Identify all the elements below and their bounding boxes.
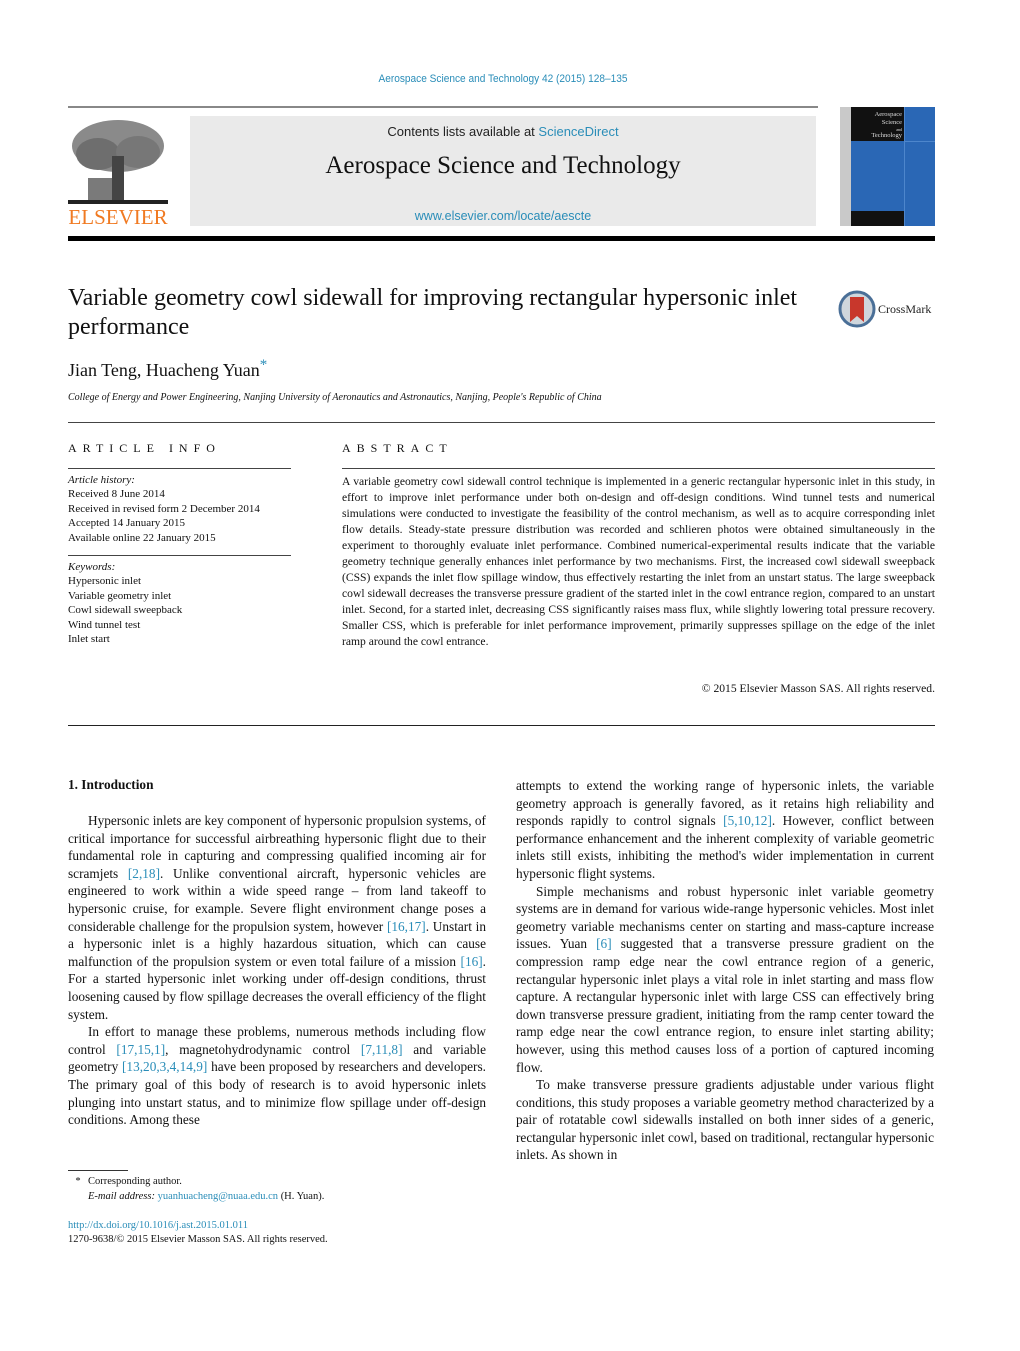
contents-prefix: Contents lists available at: [387, 124, 539, 139]
keyword-item: Wind tunnel test: [68, 618, 141, 631]
crossmark-icon: [838, 290, 876, 328]
front-matter-end-rule: [68, 725, 935, 726]
article-info-rule: [68, 468, 291, 469]
footnote-rule: [68, 1170, 128, 1171]
paper-title: Variable geometry cowl sidewall for impr…: [68, 285, 798, 340]
journal-citation-link[interactable]: Aerospace Science and Technology 42 (201…: [40, 73, 966, 85]
citation-link[interactable]: [16,17]: [387, 919, 426, 934]
paragraph-text: suggested that a transverse pressure gra…: [516, 936, 934, 1075]
footnote-email: E-mail address: yuanhuacheng@nuaa.edu.cn…: [88, 1190, 324, 1204]
body-paragraph: In effort to manage these problems, nume…: [68, 1023, 486, 1129]
issn-copyright: 1270-9638/© 2015 Elsevier Masson SAS. Al…: [68, 1234, 328, 1245]
contents-line: Contents lists available at ScienceDirec…: [190, 124, 816, 139]
header-thick-rule: [68, 236, 935, 241]
paragraph-text: To make transverse pressure gradients ad…: [516, 1077, 934, 1163]
cover-divider: [904, 141, 935, 142]
author-list: Jian Teng, Huacheng Yuan*: [68, 357, 267, 381]
keywords: Keywords: Hypersonic inlet Variable geom…: [68, 560, 303, 646]
article-info-rule: [68, 555, 291, 556]
abstract-text: A variable geometry cowl sidewall contro…: [342, 475, 935, 648]
affiliation: College of Energy and Power Engineering,…: [68, 392, 602, 403]
journal-title: Aerospace Science and Technology: [325, 152, 681, 179]
header-rule: [68, 106, 818, 108]
body-paragraph: To make transverse pressure gradients ad…: [516, 1076, 934, 1164]
citation-link[interactable]: [17,15,1]: [116, 1042, 165, 1057]
cover-footer-block: [851, 211, 904, 226]
journal-cover-thumbnail[interactable]: Aerospace Science and Technology: [840, 107, 935, 226]
elsevier-tree-icon: ELSEVIER: [68, 120, 168, 229]
citation-link[interactable]: [13,20,3,4,14,9]: [122, 1059, 207, 1074]
citation-link[interactable]: [2,18]: [128, 866, 160, 881]
sciencedirect-link[interactable]: ScienceDirect: [538, 124, 618, 139]
email-suffix: (H. Yuan).: [278, 1191, 325, 1202]
history-item: Received 8 June 2014: [68, 488, 165, 501]
cover-divider: [904, 107, 905, 226]
section-rule: [68, 422, 935, 423]
keyword-item: Hypersonic inlet: [68, 575, 142, 588]
cover-title: Aerospace Science and Technology: [871, 111, 902, 139]
abstract-rule: [342, 468, 935, 469]
history-item: Available online 22 January 2015: [68, 531, 216, 544]
doi-link[interactable]: http://dx.doi.org/10.1016/j.ast.2015.01.…: [68, 1219, 248, 1233]
abstract-copyright: © 2015 Elsevier Masson SAS. All rights r…: [701, 682, 935, 695]
keywords-label: Keywords:: [68, 561, 116, 573]
citation-link[interactable]: [16]: [461, 954, 483, 969]
crossmark-label[interactable]: CrossMark: [878, 302, 931, 317]
body-column-left: Hypersonic inlets are key component of h…: [68, 812, 486, 1129]
authors-text: Jian Teng, Huacheng Yuan: [68, 360, 260, 380]
abstract-heading: ABSTRACT: [342, 441, 453, 455]
history-item: Accepted 14 January 2015: [68, 517, 185, 530]
elsevier-logo[interactable]: ELSEVIER: [68, 116, 168, 229]
article-history: Article history: Received 8 June 2014 Re…: [68, 473, 303, 545]
section-heading-introduction: 1. Introduction: [68, 777, 154, 792]
journal-header-box: Contents lists available at ScienceDirec…: [190, 116, 816, 226]
footnote-corresponding: * Corresponding author.: [68, 1175, 182, 1189]
keyword-item: Cowl sidewall sweepback: [68, 604, 183, 617]
footnote-corresponding-text: Corresponding author.: [88, 1176, 182, 1187]
history-item: Received in revised form 2 December 2014: [68, 502, 260, 515]
email-label: E-mail address:: [88, 1191, 158, 1202]
body-paragraph: Hypersonic inlets are key component of h…: [68, 812, 486, 1023]
citation-link[interactable]: [6]: [596, 936, 612, 951]
history-label: Article history:: [68, 474, 135, 486]
body-paragraph: Simple mechanisms and robust hypersonic …: [516, 883, 934, 1077]
body-column-right: attempts to extend the working range of …: [516, 777, 934, 1164]
corresponding-author-marker[interactable]: *: [260, 357, 268, 373]
citation-link[interactable]: [5,10,12]: [723, 813, 772, 828]
keyword-item: Inlet start: [68, 633, 110, 646]
svg-text:ELSEVIER: ELSEVIER: [68, 205, 167, 228]
footnote-marker: *: [75, 1176, 81, 1187]
citation-link[interactable]: [7,11,8]: [361, 1042, 403, 1057]
keyword-item: Variable geometry inlet: [68, 589, 172, 602]
journal-url-link[interactable]: www.elsevier.com/locate/aescte: [190, 209, 816, 223]
article-info-heading: ARTICLE INFO: [68, 441, 221, 455]
cover-spine: [840, 107, 851, 226]
paragraph-text: , magnetohydrodynamic control: [165, 1041, 361, 1057]
body-paragraph: attempts to extend the working range of …: [516, 777, 934, 883]
email-link[interactable]: yuanhuacheng@nuaa.edu.cn: [158, 1191, 278, 1202]
